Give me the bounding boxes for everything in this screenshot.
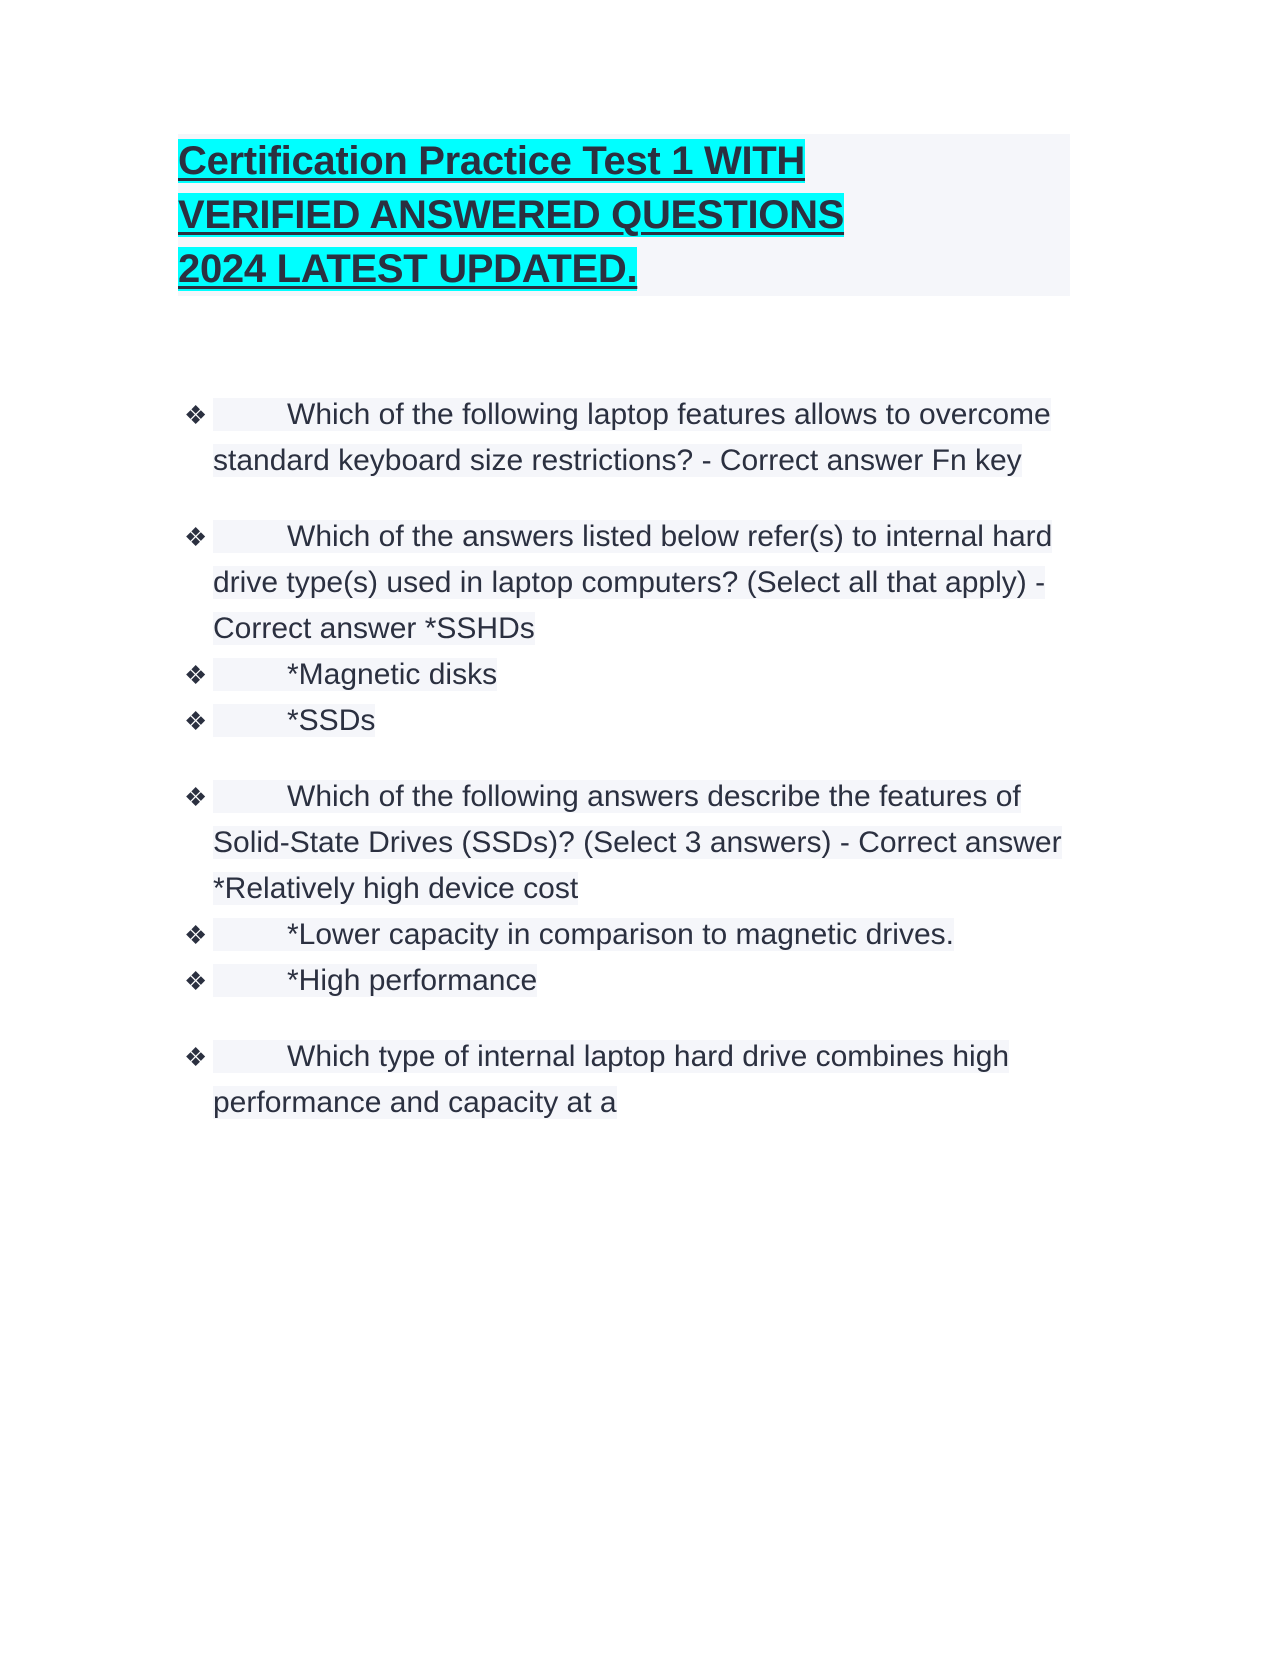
title-line-2-text: VERIFIED ANSWERED QUESTIONS <box>178 193 845 237</box>
list-item-text: Which type of internal laptop hard drive… <box>213 1040 1010 1119</box>
document-title: Certification Practice Test 1 WITH VERIF… <box>178 134 1070 296</box>
list-item-text: *SSDs <box>213 704 376 737</box>
question-group-1: ❖ Which of the following laptop features… <box>178 392 1078 484</box>
rosette-bullet-icon: ❖ <box>184 706 208 736</box>
list-item-label: Which of the answers listed below refer(… <box>213 520 1053 645</box>
list-item: ❖ Which of the answers listed below refe… <box>178 514 1078 652</box>
question-group-3: ❖ Which of the following answers describ… <box>178 774 1078 1004</box>
title-line-3: 2024 LATEST UPDATED. <box>178 242 1070 296</box>
rosette-bullet-icon: ❖ <box>184 400 208 430</box>
title-line-2: VERIFIED ANSWERED QUESTIONS <box>178 188 1070 242</box>
list-item: ❖ *SSDs <box>178 698 1078 744</box>
list-item-label: Which of the following answers describe … <box>213 780 1062 905</box>
question-list: ❖ Which of the following laptop features… <box>178 392 1078 1126</box>
list-item-label: *High performance <box>287 964 538 997</box>
rosette-bullet-icon: ❖ <box>184 660 208 690</box>
list-item-text: *High performance <box>213 964 538 997</box>
question-group-2: ❖ Which of the answers listed below refe… <box>178 514 1078 744</box>
list-item-text: Which of the answers listed below refer(… <box>213 520 1053 645</box>
list-item-text: Which of the following laptop features a… <box>213 398 1051 477</box>
list-item-label: *SSDs <box>287 704 376 737</box>
list-item-label: Which type of internal laptop hard drive… <box>213 1040 1010 1119</box>
document-page: Certification Practice Test 1 WITH VERIF… <box>0 0 1280 1656</box>
title-line-1: Certification Practice Test 1 WITH <box>178 134 1070 188</box>
list-item: ❖ Which of the following laptop features… <box>178 392 1078 484</box>
list-item: ❖ Which type of internal laptop hard dri… <box>178 1034 1078 1126</box>
title-line-3-text: 2024 LATEST UPDATED. <box>178 247 638 291</box>
question-group-4: ❖ Which type of internal laptop hard dri… <box>178 1034 1078 1126</box>
list-item: ❖ *Magnetic disks <box>178 652 1078 698</box>
list-item: ❖ *High performance <box>178 958 1078 1004</box>
rosette-bullet-icon: ❖ <box>184 522 208 552</box>
list-item-label: *Magnetic disks <box>287 658 498 691</box>
rosette-bullet-icon: ❖ <box>184 920 208 950</box>
rosette-bullet-icon: ❖ <box>184 1042 208 1072</box>
title-line-1-text: Certification Practice Test 1 WITH <box>178 139 805 183</box>
list-item-text: *Lower capacity in comparison to magneti… <box>213 918 954 951</box>
list-item: ❖ *Lower capacity in comparison to magne… <box>178 912 1078 958</box>
rosette-bullet-icon: ❖ <box>184 966 208 996</box>
list-item-text: Which of the following answers describe … <box>213 780 1062 905</box>
list-item-label: *Lower capacity in comparison to magneti… <box>287 918 954 951</box>
list-item: ❖ Which of the following answers describ… <box>178 774 1078 912</box>
list-item-text: *Magnetic disks <box>213 658 498 691</box>
list-item-label: Which of the following laptop features a… <box>213 398 1051 477</box>
rosette-bullet-icon: ❖ <box>184 782 208 812</box>
